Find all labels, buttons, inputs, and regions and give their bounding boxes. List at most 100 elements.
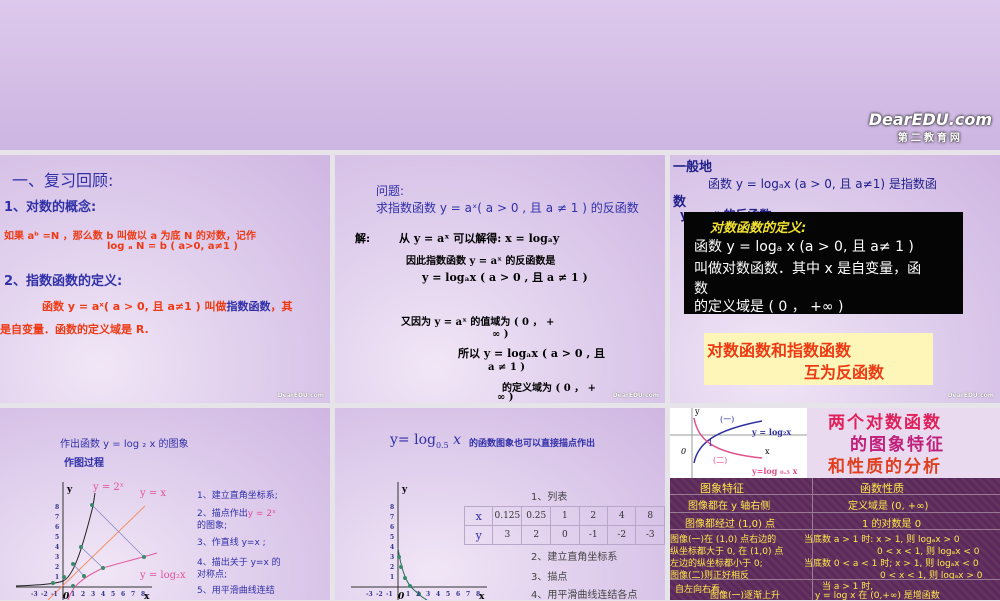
text-line: 一般地 xyxy=(673,160,713,175)
label-exp: y = 2ˣ xyxy=(92,482,124,493)
x-tick-label: 8 xyxy=(476,591,480,598)
table-cell: 图像(一)逐渐上升 xyxy=(710,591,781,601)
x-tick-label: -2 xyxy=(41,591,48,598)
title-banner: DearEDU.com 第二教育网 xyxy=(0,0,1000,150)
graph-log2: y x 0 -3 -2 -1 1 2 3 4 5 6 7 8 12345678 y = 2ˣ y =… xyxy=(15,482,186,600)
x-tick-label: 1 xyxy=(406,591,410,598)
solution-line: ∞ ) xyxy=(497,392,514,403)
x-tick-label: 1 xyxy=(71,591,75,598)
definition-title: 对数函数的定义: xyxy=(710,221,807,236)
y-tick-label: 6 xyxy=(390,524,394,531)
slide-review[interactable]: 一、复习回顾: 1、对数的概念: 如果 aᵇ =N ，那么数 b 叫做以 a 为… xyxy=(0,155,330,403)
y-tick-label: 7 xyxy=(55,514,59,521)
step-text: 的图象; xyxy=(197,521,228,531)
plot-points xyxy=(51,503,146,588)
solution-line: 又因为 y = aˣ 的值域为 ( 0 ， + xyxy=(401,317,555,328)
y-tick-label: 4 xyxy=(55,544,59,551)
x-tick-label: 2 xyxy=(416,591,420,598)
y-tick-label: 5 xyxy=(390,534,394,541)
x-tick-label: 5 xyxy=(111,591,115,598)
dearedu-logo: DearEDU.com 第二教育网 xyxy=(868,110,992,144)
step-text: 对称点; xyxy=(197,570,228,580)
origin-label: 0 xyxy=(681,447,686,456)
conclusion-line: 对数函数和指数函数 xyxy=(707,341,852,360)
y-axis-label: y xyxy=(401,485,408,495)
curve-log05 xyxy=(693,417,763,459)
definition-line: 叫做对数函数．其中 x 是自变量，函 xyxy=(694,261,922,277)
table-cell: y = log x 在 (0,+∞) 是增函数 xyxy=(815,591,940,601)
y-tick-label: 2 xyxy=(55,564,59,571)
slide-inverse[interactable]: 问题: 求指数函数 y = aˣ( a > 0 , 且 a ≠ 1 ) 的反函数… xyxy=(335,155,665,403)
exp-definition: 函数 y = aˣ( a > 0, 且 a≠1 ) 叫做指数函数，其 xyxy=(42,300,293,313)
slide-log-definition[interactable]: 一般地 函数 y = logₐx (a > 0, 且 a≠1) 是指数函 数 y… xyxy=(670,155,1000,403)
y-axis-label: y xyxy=(694,408,700,416)
x-tick-label: 7 xyxy=(131,591,135,598)
y-tick-label: 8 xyxy=(390,504,394,511)
step-text: 1、建立直角坐标系; xyxy=(197,491,278,501)
label-log2: y = log₂x xyxy=(751,427,791,437)
x-tick-label: 8 xyxy=(141,591,145,598)
watermark-logo: DearEDU.com xyxy=(612,392,659,399)
x-tick-label: 6 xyxy=(456,591,460,598)
graph-log05: y x 0 -3 -2 -1 1 2 3 4 5 6 7 8 12345678 xyxy=(351,482,487,600)
conclusion-box: 对数函数和指数函数 互为反函数 xyxy=(704,333,933,385)
step-text: 5、用平滑曲线连结 xyxy=(197,586,275,596)
solution-label: 解: xyxy=(355,232,371,245)
y-tick-label: 3 xyxy=(390,554,394,561)
table-cell: 图像都在 y 轴右侧 xyxy=(688,501,771,512)
x-tick-label: 4 xyxy=(436,591,440,598)
definition-line: 数 xyxy=(694,281,708,297)
x-tick-label: -3 xyxy=(31,591,38,598)
solution-line: 的定义域为 ( 0 ， + xyxy=(502,383,596,394)
x-tick-label: 7 xyxy=(466,591,470,598)
step-text: 4、用平滑曲线连结各点 xyxy=(531,590,638,600)
log-notation: log ₐ N = b ( a>0, a≠1 ) xyxy=(107,241,238,252)
table-cell: 图像都经过 (1,0) 点 xyxy=(685,519,776,530)
slide-plot-log2[interactable]: 作出函数 y = log ₂ x 的图象 作图过程 y x 0 -3 -2 -1 1 2… xyxy=(0,408,330,600)
slide-title: 一、复习回顾: xyxy=(12,171,114,190)
origin-label: 0 xyxy=(63,592,70,600)
question-text: 求指数函数 y = aˣ( a > 0 , 且 a ≠ 1 ) 的反函数 xyxy=(376,201,639,215)
x-axis-label: x xyxy=(765,447,770,456)
x-tick-label: -1 xyxy=(51,591,58,598)
x-tick-label: -3 xyxy=(366,591,373,598)
solution-line: a ≠ 1 ) xyxy=(488,362,525,373)
heading-log-concept: 1、对数的概念: xyxy=(4,200,97,215)
y-tick-label: 1 xyxy=(390,574,394,581)
definition-box: 对数函数的定义: 函数 y = logₐ x (a > 0, 且 a≠ 1 ) … xyxy=(684,212,963,315)
definition-line: 的定义域是 ( 0 ， +∞ ) xyxy=(694,299,844,315)
graph-label-2: (二) xyxy=(713,456,727,465)
x-tick-label: 2 xyxy=(81,591,85,598)
label-log: y = log₂x xyxy=(139,570,186,581)
solution-line: 从 y = aˣ 可以解得: x = logₐy xyxy=(399,232,560,245)
text-line: 函数 y = logₐx (a > 0, 且 a≠1) 是指数函 xyxy=(708,177,937,191)
heading-exp-def: 2、指数函数的定义: xyxy=(4,274,123,289)
question-label: 问题: xyxy=(376,184,405,198)
table-row-x: x 0.125 0.25 1 2 4 8 xyxy=(463,506,665,526)
watermark-logo: DearEDU.com xyxy=(947,392,994,399)
properties-table: 图象特征 函数性质 图像都在 y 轴右侧 定义域是 (0, +∞) 图像都经过 … xyxy=(670,478,1000,601)
step-text: 1、列表 xyxy=(531,492,568,503)
x-tick-label: 4 xyxy=(101,591,105,598)
table-cell: 1 的对数是 0 xyxy=(862,519,922,530)
y-tick-label: 6 xyxy=(55,524,59,531)
x-tick-label: -2 xyxy=(376,591,383,598)
origin-label: 0 xyxy=(398,592,405,600)
x-tick-label: 3 xyxy=(91,591,95,598)
watermark-logo: DearEDU.com xyxy=(277,392,324,399)
y-tick-label: 1 xyxy=(55,574,59,581)
comparison-title: 和性质的分析 xyxy=(828,457,942,477)
y-tick-label: 7 xyxy=(390,514,394,521)
label-one: 1 xyxy=(708,439,713,448)
slide-plot-log05[interactable]: y= log0.5 x 的函数图象也可以直接描点作出 y x 0 -3 -2 -1 1… xyxy=(335,408,665,600)
solution-line: ∞ ) xyxy=(492,329,509,340)
conclusion-line: 互为反函数 xyxy=(804,363,885,382)
x-tick-label: 3 xyxy=(426,591,430,598)
x-tick-label: -1 xyxy=(386,591,393,598)
solution-line: 因此指数函数 y = aˣ 的反函数是 xyxy=(406,256,556,267)
y-tick-label: 3 xyxy=(55,554,59,561)
label-log05: y=log ₀.₅ x xyxy=(751,466,798,476)
y-tick-label: 4 xyxy=(390,544,394,551)
graph-label-1: (一) xyxy=(720,415,734,424)
step-text: 3、作直线 y=x ; xyxy=(197,538,266,548)
